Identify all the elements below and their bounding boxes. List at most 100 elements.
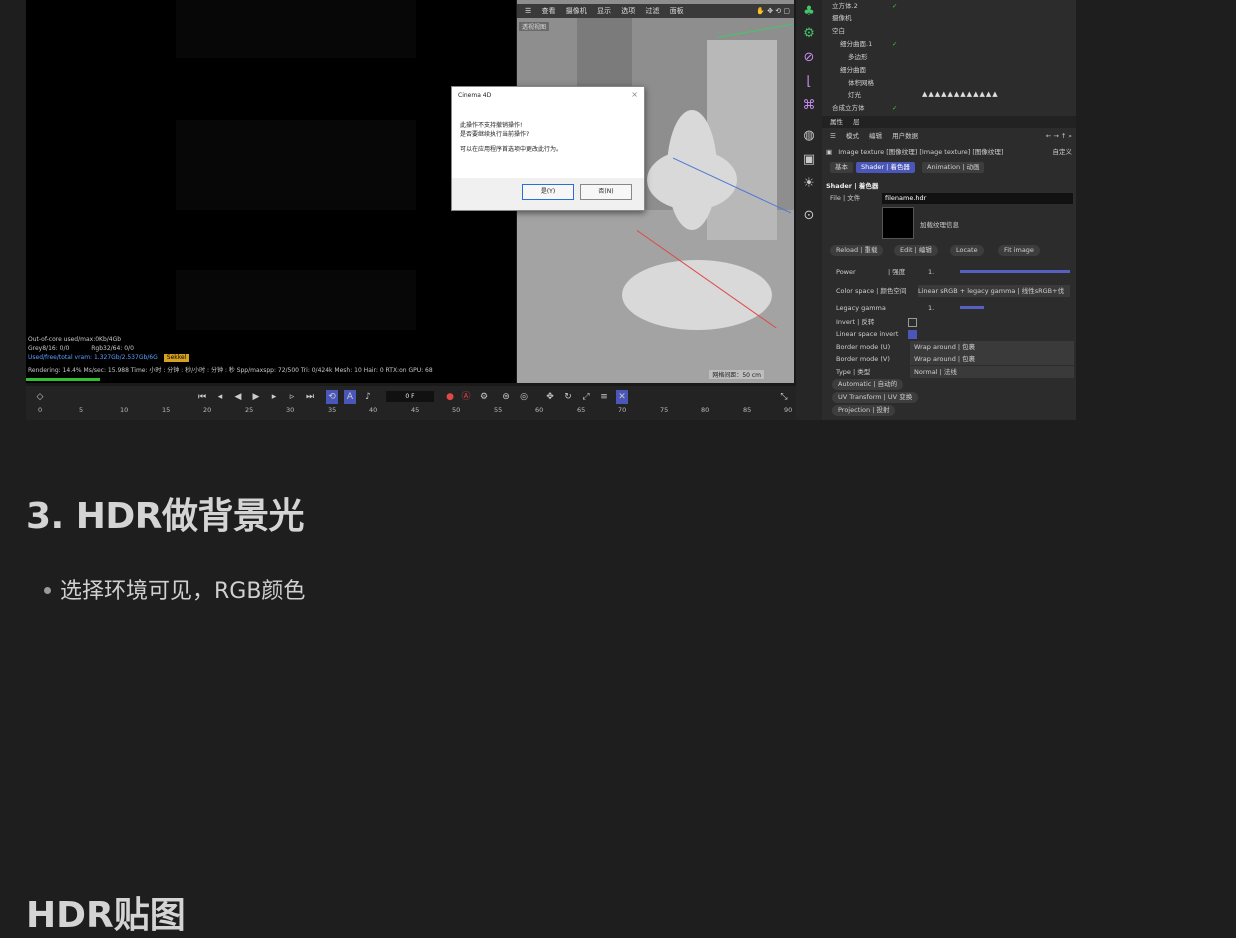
pla-icon[interactable]: ✕: [616, 390, 628, 404]
loop-icon[interactable]: ⟲: [326, 390, 338, 404]
play-icon[interactable]: ▶: [250, 390, 262, 404]
render-info-line: Grey8/16: 0/0 Rgb32/64: 0/0: [28, 345, 134, 353]
object-row[interactable]: 立方体.2 ✓: [822, 0, 1076, 12]
edit-button[interactable]: Edit | 编辑: [894, 245, 938, 256]
spline-icon[interactable]: ⌊: [801, 74, 817, 90]
prev-key-icon[interactable]: ◂: [214, 390, 226, 404]
object-row[interactable]: 多边形: [822, 51, 1076, 63]
node-title: Image texture [图像纹理] [Image texture] [图像…: [838, 148, 1004, 156]
curve-icon[interactable]: ⤡: [778, 390, 790, 404]
object-row[interactable]: 体积网格: [822, 77, 1076, 89]
object-name: 摄像机: [832, 14, 852, 22]
invert-checkbox[interactable]: [908, 318, 917, 327]
edit-icon[interactable]: ⊙: [801, 208, 817, 224]
scale-icon[interactable]: ⤢: [580, 390, 592, 404]
hamburger-icon[interactable]: ☰: [525, 7, 531, 15]
ruler-tick: 10: [120, 406, 129, 414]
viewport-menu-item[interactable]: 选项: [621, 7, 635, 15]
render-info: Out-of-core used/max:0Kb/4Gb Grey8/16: 0…: [26, 336, 516, 383]
gear-icon[interactable]: ⚙: [478, 390, 490, 404]
rotate-icon[interactable]: ↻: [562, 390, 574, 404]
render-info-line: Used/free/total vram: 1.327Gb/2.537Gb/6G…: [28, 354, 190, 362]
chip-shader[interactable]: Shader | 着色器: [856, 162, 915, 173]
diamond-icon[interactable]: ◇: [34, 390, 46, 404]
reload-button[interactable]: Reload | 重载: [830, 245, 884, 256]
uv-transform-button[interactable]: UV Transform | UV 变换: [832, 392, 919, 403]
ruler-tick: 50: [452, 406, 461, 414]
viewport-menu-item[interactable]: 面板: [670, 7, 684, 15]
legacy-gamma-value[interactable]: 1.: [928, 302, 934, 314]
object-row[interactable]: 细分曲面: [822, 64, 1076, 76]
toolbar-mode[interactable]: 模式: [846, 132, 859, 140]
object-name: 体积网格: [848, 79, 874, 87]
legacy-gamma-slider[interactable]: [960, 306, 984, 309]
ruler-tick: 45: [411, 406, 420, 414]
object-row[interactable]: 摄像机: [822, 12, 1076, 24]
auto-icon[interactable]: A: [344, 390, 356, 404]
no-button[interactable]: 否(N): [580, 184, 632, 200]
automatic-button[interactable]: Automatic | 自动的: [832, 379, 904, 390]
keyframe-icon[interactable]: ⊜: [500, 390, 512, 404]
record-icon[interactable]: ●: [444, 390, 456, 404]
tab-attributes[interactable]: 属性: [830, 118, 843, 126]
locate-button[interactable]: Locate: [950, 245, 984, 256]
viewport-menu-item[interactable]: 摄像机: [566, 7, 587, 15]
object-row[interactable]: 空白: [822, 25, 1076, 37]
sound-icon[interactable]: ♪: [362, 390, 374, 404]
check-icon: ✓: [892, 104, 898, 112]
light-icon[interactable]: ☀: [801, 176, 817, 192]
chip-basic[interactable]: 基本: [830, 162, 853, 173]
timeline-ruler[interactable]: 0 5 10 15 20 25 30 35 40 45 50 55 60 65 …: [38, 406, 793, 420]
viewport-menu-item[interactable]: 查看: [542, 7, 556, 15]
first-frame-icon[interactable]: ⏮: [196, 390, 208, 404]
motion-icon[interactable]: ◎: [518, 390, 530, 404]
next-key-icon[interactable]: ▹: [286, 390, 298, 404]
ruler-tick: 85: [743, 406, 752, 414]
current-frame[interactable]: 0 F: [386, 391, 434, 402]
chip-animation[interactable]: Animation | 动画: [922, 162, 985, 173]
close-icon[interactable]: ×: [631, 90, 638, 99]
linear-invert-checkbox[interactable]: [908, 330, 917, 339]
power-value[interactable]: 1.: [928, 266, 934, 278]
power-slider[interactable]: [960, 270, 1070, 273]
prop-unit: | 强度: [888, 268, 906, 276]
prev-frame-icon[interactable]: ◀: [232, 390, 244, 404]
file-input[interactable]: filename.hdr: [882, 193, 1073, 204]
render-status: Rendering: 14.4% Ms/sec: 15.988 Time: 小时…: [28, 367, 433, 374]
viewport-menu-item[interactable]: 显示: [597, 7, 611, 15]
nav-arrows-icon[interactable]: ← → ↑ ⌕: [1046, 130, 1072, 142]
type-select[interactable]: Normal | 法线: [910, 366, 1074, 378]
generator-icon[interactable]: ♣: [801, 4, 817, 20]
attribute-subtitle: ▣ Image texture [图像纹理] [Image texture] […: [822, 146, 1076, 158]
tab-layers[interactable]: 层: [853, 118, 860, 126]
render-progress-bar: [26, 378, 100, 381]
projection-button[interactable]: Projection | 投射: [832, 405, 896, 416]
camera-icon[interactable]: ▣: [801, 152, 817, 168]
globe-icon[interactable]: ◍: [801, 128, 817, 144]
toolbar-userdata[interactable]: 用户数据: [892, 132, 918, 140]
mode-select[interactable]: 自定义: [1053, 146, 1073, 158]
autokey-icon[interactable]: Ⓐ: [460, 390, 472, 404]
colorspace-select[interactable]: Linear sRGB + legacy gamma | 线性sRGB+伐: [918, 285, 1070, 297]
yes-button[interactable]: 是(Y): [522, 184, 574, 200]
gear-icon[interactable]: ⚙: [801, 26, 817, 42]
next-frame-icon[interactable]: ▸: [268, 390, 280, 404]
deformer-icon[interactable]: ⊘: [801, 50, 817, 66]
move-icon[interactable]: ✥: [544, 390, 556, 404]
border-u-select[interactable]: Wrap around | 包裹: [910, 341, 1074, 353]
render-info-tag: Sekkel: [163, 354, 190, 362]
viewport-nav-icons[interactable]: ✋ ✥ ⟲ ▢: [756, 4, 790, 18]
attribute-tabs: 属性 层: [822, 116, 1076, 128]
last-frame-icon[interactable]: ⏭: [304, 390, 316, 404]
object-row[interactable]: 合成立方体 ✓: [822, 102, 1076, 114]
ruler-tick: 0: [38, 406, 43, 414]
border-v-select[interactable]: Wrap around | 包裹: [910, 353, 1074, 365]
toolbar-edit[interactable]: 编辑: [869, 132, 882, 140]
viewport-menu-item[interactable]: 过滤: [645, 7, 659, 15]
hamburger-icon[interactable]: ☰: [830, 132, 836, 140]
field-icon[interactable]: ⌘: [801, 98, 817, 114]
render-shape: [176, 0, 416, 58]
object-row[interactable]: 细分曲面.1 ✓: [822, 38, 1076, 50]
param-icon[interactable]: ≡: [598, 390, 610, 404]
fit-image-button[interactable]: Fit image: [998, 245, 1040, 256]
